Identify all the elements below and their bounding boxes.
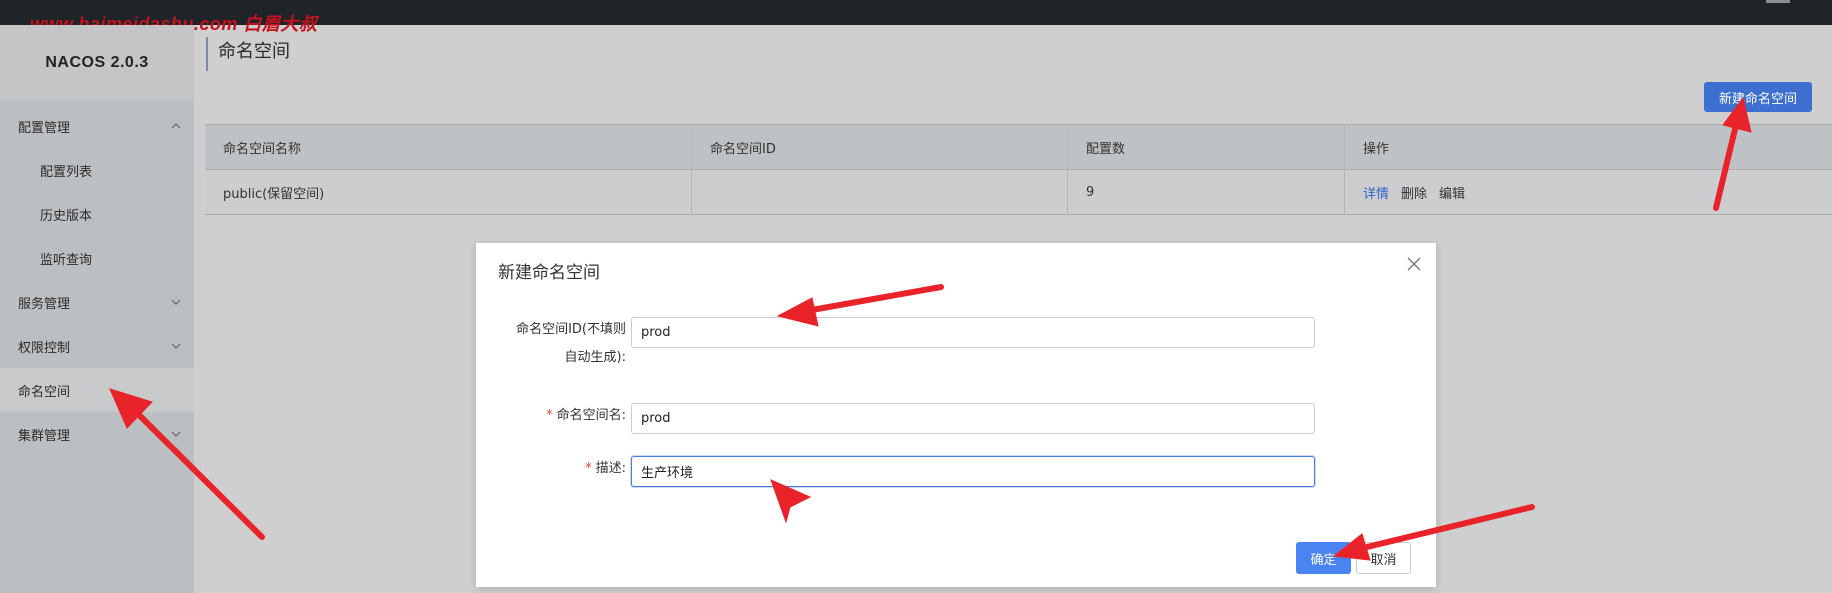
namespace-id-cell	[692, 170, 1068, 214]
cancel-button[interactable]: 取消	[1356, 542, 1411, 574]
page-title: 命名空间	[206, 37, 290, 71]
label-text: 描述:	[595, 461, 626, 476]
namespace-name-input[interactable]	[631, 403, 1315, 434]
chevron-down-icon	[171, 343, 181, 349]
chevron-down-icon	[171, 431, 181, 437]
column-header: 命名空间名称	[205, 125, 692, 169]
confirm-button[interactable]: 确定	[1296, 542, 1351, 574]
namespace-id-label: 命名空间ID(不填则 自动生成):	[500, 316, 626, 372]
new-namespace-button[interactable]: 新建命名空间	[1704, 82, 1812, 112]
dialog-title: 新建命名空间	[498, 263, 600, 283]
sidebar-item-label: 集群管理	[18, 428, 71, 444]
sidebar-item-access-control[interactable]: 权限控制	[0, 324, 194, 368]
required-mark: *	[546, 408, 553, 423]
sidebar-item-namespace[interactable]: 命名空间	[0, 368, 194, 412]
close-icon[interactable]	[1406, 256, 1422, 272]
chevron-up-icon	[171, 123, 181, 129]
sidebar-item-listener-query[interactable]: 监听查询	[0, 236, 194, 280]
sidebar-item-label: 命名空间	[18, 384, 71, 400]
sidebar-item-config-management[interactable]: 配置管理	[0, 104, 194, 148]
edit-link[interactable]: 编辑	[1439, 183, 1465, 202]
table-row: public(保留空间) 9 详情 删除 编辑	[205, 170, 1832, 215]
sidebar-item-label: 配置列表	[40, 164, 93, 180]
description-input[interactable]	[631, 456, 1315, 487]
sidebar-item-label: 权限控制	[18, 340, 71, 356]
namespace-name-label: * 命名空间名:	[500, 402, 626, 430]
label-line: 自动生成):	[564, 350, 626, 365]
required-mark: *	[585, 461, 592, 476]
column-header: 命名空间ID	[692, 125, 1068, 169]
details-link[interactable]: 详情	[1363, 183, 1389, 202]
sidebar-item-label: 历史版本	[40, 208, 93, 224]
new-namespace-dialog: 新建命名空间 命名空间ID(不填则 自动生成): *命名空间名: *描述: 确定…	[476, 243, 1436, 587]
sidebar-item-history[interactable]: 历史版本	[0, 192, 194, 236]
namespace-id-input[interactable]	[631, 317, 1315, 348]
sidebar-item-label: 监听查询	[40, 252, 93, 268]
column-header: 配置数	[1068, 125, 1345, 169]
config-count-cell: 9	[1068, 170, 1345, 214]
chevron-down-icon	[171, 299, 181, 305]
label-line: 命名空间ID(不填则	[516, 322, 626, 337]
namespace-name-cell: public(保留空间)	[205, 170, 692, 214]
description-label: * 描述:	[500, 455, 626, 483]
label-text: 命名空间名:	[556, 408, 626, 423]
column-header: 操作	[1363, 141, 1390, 157]
brand-logo: NACOS 2.0.3	[0, 25, 194, 100]
sidebar-item-config-list[interactable]: 配置列表	[0, 148, 194, 192]
sidebar-item-service-management[interactable]: 服务管理	[0, 280, 194, 324]
sidebar: NACOS 2.0.3 配置管理 配置列表 历史版本 监听查询 服务管理 权限控…	[0, 25, 194, 593]
table-header: 命名空间名称 命名空间ID 配置数 操作	[205, 125, 1832, 170]
operations-cell: 详情 删除 编辑	[1345, 170, 1832, 214]
sidebar-item-label: 配置管理	[18, 120, 71, 136]
namespace-table: 命名空间名称 命名空间ID 配置数 操作 public(保留空间) 9 详情 删…	[205, 124, 1832, 215]
menu-icon[interactable]	[1766, 0, 1790, 3]
sidebar-item-label: 服务管理	[18, 296, 71, 312]
sidebar-item-cluster-management[interactable]: 集群管理	[0, 412, 194, 456]
delete-link[interactable]: 删除	[1401, 183, 1427, 202]
